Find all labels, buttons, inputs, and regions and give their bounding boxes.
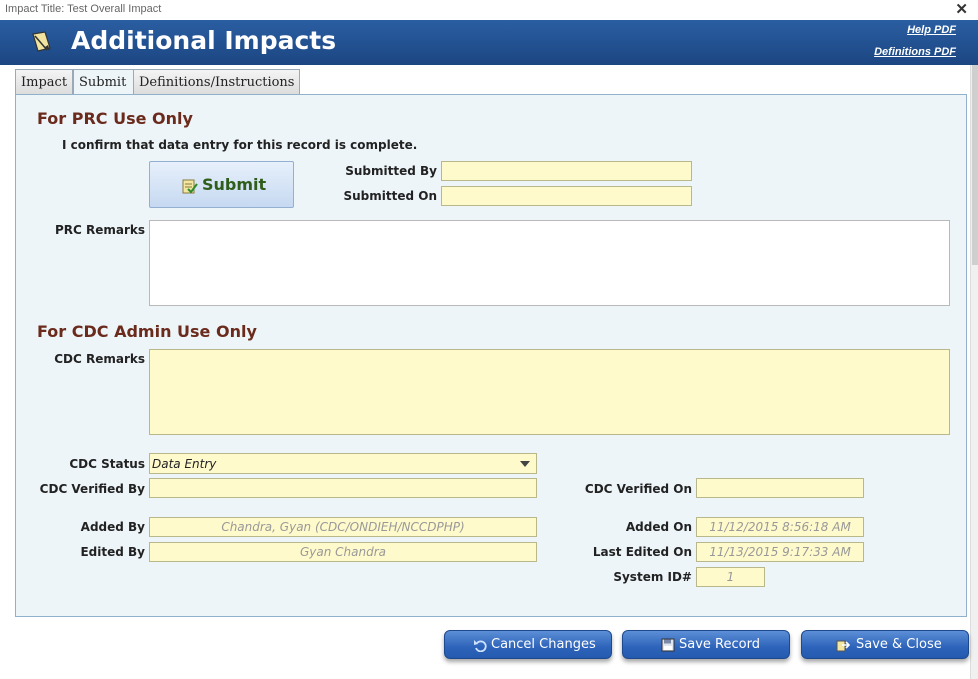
tab-definitions-instructions[interactable]: Definitions/Instructions <box>133 69 300 95</box>
edited-by-field: Gyan Chandra <box>149 542 537 562</box>
tab-impact[interactable]: Impact <box>15 69 73 95</box>
note-pencil-icon <box>32 31 51 52</box>
submitted-on-label: Submitted On <box>343 189 437 203</box>
confirm-text: I confirm that data entry for this recor… <box>62 138 418 152</box>
cdc-status-value: Data Entry <box>152 457 217 471</box>
save-record-label: Save Record <box>679 637 760 652</box>
prc-remarks-label: PRC Remarks <box>54 223 145 237</box>
last-edited-on-label: Last Edited On <box>592 545 692 559</box>
system-id-label: System ID# <box>613 570 692 584</box>
prc-remarks-textarea[interactable] <box>149 220 950 306</box>
page-title: Additional Impacts <box>71 26 337 55</box>
scrollbar-thumb[interactable] <box>972 65 978 265</box>
cdc-remarks-textarea[interactable] <box>149 349 950 435</box>
cdc-verified-by-field[interactable] <box>149 478 537 498</box>
submitted-by-label: Submitted By <box>345 164 437 178</box>
prc-section-title: For PRC Use Only <box>37 109 193 128</box>
cdc-section-title: For CDC Admin Use Only <box>37 322 257 341</box>
save-record-button[interactable]: Save Record <box>622 630 790 659</box>
last-edited-on-field: 11/13/2015 9:17:33 AM <box>696 542 864 562</box>
submit-button-label: Submit <box>202 175 267 194</box>
cdc-status-select[interactable]: Data Entry <box>149 453 537 474</box>
system-id-field: 1 <box>696 567 765 587</box>
vertical-scrollbar[interactable] <box>970 65 978 679</box>
cancel-changes-label: Cancel Changes <box>491 637 596 652</box>
added-on-field: 11/12/2015 8:56:18 AM <box>696 517 864 537</box>
added-on-label: Added On <box>625 520 692 534</box>
cdc-verified-on-field[interactable] <box>696 478 864 498</box>
cdc-status-label: CDC Status <box>69 457 145 471</box>
close-icon[interactable]: ✕ <box>955 0 968 18</box>
definitions-pdf-link[interactable]: Definitions PDF <box>874 46 956 58</box>
cancel-changes-button[interactable]: Cancel Changes <box>444 630 612 659</box>
submitted-on-field[interactable] <box>441 186 692 206</box>
cdc-verified-by-label: CDC Verified By <box>39 482 145 496</box>
added-by-field: Chandra, Gyan (CDC/ONDIEH/NCCDPHP) <box>149 517 537 537</box>
checklist-icon <box>182 179 198 194</box>
save-close-label: Save & Close <box>856 637 942 652</box>
save-close-icon <box>836 640 850 652</box>
cdc-remarks-label: CDC Remarks <box>54 352 145 366</box>
edited-by-label: Edited By <box>80 545 145 559</box>
added-by-label: Added By <box>80 520 145 534</box>
help-pdf-link[interactable]: Help PDF <box>907 24 956 36</box>
cdc-verified-on-label: CDC Verified On <box>584 482 692 496</box>
floppy-disk-icon <box>661 638 675 652</box>
window-titlebar: Impact Title: Test Overall Impact ✕ <box>0 0 978 20</box>
save-close-button[interactable]: Save & Close <box>801 630 969 659</box>
window-title: Impact Title: Test Overall Impact <box>5 3 162 15</box>
page-header: Additional Impacts Help PDF Definitions … <box>0 20 978 65</box>
chevron-down-icon[interactable] <box>520 461 530 467</box>
submitted-by-field[interactable] <box>441 161 692 181</box>
submit-button[interactable]: Submit <box>149 161 294 208</box>
undo-icon <box>474 640 487 652</box>
tab-submit[interactable]: Submit <box>73 69 134 96</box>
